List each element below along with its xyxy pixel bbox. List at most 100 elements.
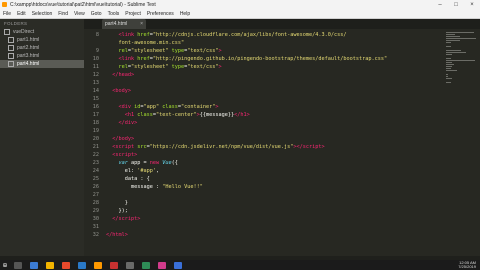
menu-bar: File Edit Selection Find View Goto Tools Projec… [0, 9, 480, 19]
minimap-line [446, 36, 460, 37]
code-line[interactable]: message : "Hello Vue!!" [106, 183, 203, 191]
sidebar-file[interactable]: part3.html [0, 52, 84, 60]
menu-item-project[interactable]: Project [122, 11, 144, 17]
tab-part4[interactable]: part4.html × [102, 19, 146, 29]
code-line[interactable]: <h1 class="text-center">{{message}}</h1> [106, 111, 250, 119]
file-explorer-icon[interactable] [30, 261, 38, 269]
app-icon-gray[interactable] [126, 261, 134, 269]
chrome-icon[interactable] [62, 261, 70, 269]
code-line[interactable]: rel="stylesheet" type="text/css"> [106, 47, 222, 55]
line-number: 19 [92, 128, 99, 134]
minimap-line [446, 64, 455, 65]
minimap-line [446, 70, 457, 71]
code-line[interactable]: }); [106, 207, 127, 215]
code-line[interactable]: </html> [106, 231, 128, 239]
menu-item-preferences[interactable]: Preferences [144, 11, 177, 17]
menu-item-selection[interactable]: Selection [29, 11, 56, 17]
minimize-button[interactable]: – [432, 2, 448, 8]
app-icon-blue[interactable] [174, 261, 182, 269]
sidebar-file[interactable]: part2.html [0, 44, 84, 52]
system-tray-clock[interactable]: 12:05 AM 7/25/2019 [458, 260, 480, 270]
minimap-line [446, 46, 451, 47]
menu-item-find[interactable]: Find [55, 11, 71, 17]
tab-bar: part4.html × [84, 19, 480, 29]
line-number: 30 [92, 216, 99, 222]
code-line[interactable]: <link href="http://pingendo.github.io/pi… [106, 55, 388, 63]
minimap[interactable] [442, 29, 480, 256]
menu-item-help[interactable]: Help [177, 11, 193, 17]
menu-item-view[interactable]: View [71, 11, 88, 17]
menu-item-goto[interactable]: Goto [88, 11, 105, 17]
minimap-line [446, 82, 451, 83]
minimap-line [446, 66, 452, 67]
tab-label: part4.html [105, 21, 128, 27]
line-number: 16 [92, 104, 99, 110]
minimap-line [446, 40, 460, 41]
windows-start-icon[interactable]: ⊞ [0, 260, 10, 270]
folder-icon[interactable] [46, 261, 54, 269]
sidebar-file[interactable]: part1.html [0, 36, 84, 44]
minimap-line [446, 42, 452, 43]
code-line[interactable]: <body> [106, 87, 131, 95]
code-line[interactable]: <div id="app" class="container"> [106, 103, 219, 111]
app-icon-green[interactable] [142, 261, 150, 269]
code-line[interactable]: </head> [106, 71, 134, 79]
line-number: 13 [92, 80, 99, 86]
code-line[interactable]: </div> [106, 119, 138, 127]
file-icon [8, 45, 14, 51]
edge-icon[interactable] [78, 261, 86, 269]
sidebar: FOLDERS vueDirect part1.html part2.html pa… [0, 19, 84, 256]
code-line[interactable]: </script> [106, 215, 140, 223]
sidebar-file[interactable]: part4.html [0, 60, 84, 68]
line-gutter: 8 9 10 11 12 13 14 15 16 17 18 19 20 21 22 23 24 25 26 27 28… [84, 29, 102, 256]
code-line[interactable]: data : { [106, 175, 150, 183]
app-icon-pink[interactable] [158, 261, 166, 269]
window-title: C:\xampp\htdocs\vue\tutorial\pat2\html\v… [10, 1, 156, 8]
code-area[interactable]: <link href="http://cdnjs.cloudflare.com/… [106, 29, 442, 256]
file-icon [8, 61, 14, 67]
folder-icon [4, 29, 10, 35]
line-number: 21 [92, 144, 99, 150]
minimap-line [446, 34, 455, 35]
code-line[interactable]: rel="stylesheet" type="text/css"> [106, 63, 222, 71]
line-number: 14 [92, 88, 99, 94]
sublime-taskbar-icon[interactable] [94, 261, 102, 269]
line-number: 22 [92, 152, 99, 158]
tab-close-icon[interactable]: × [140, 21, 143, 27]
line-number: 8 [95, 32, 99, 38]
line-number: 11 [92, 64, 99, 70]
code-line[interactable]: <link href="http://cdnjs.cloudflare.com/… [106, 31, 347, 39]
code-line[interactable]: <script src="https://cdn.jsdelivr.net/np… [106, 143, 324, 151]
file-label: part4.html [17, 61, 40, 67]
maximize-button[interactable]: □ [448, 2, 464, 8]
code-line[interactable]: } [106, 199, 128, 207]
search-icon[interactable] [14, 261, 22, 269]
minimap-line [446, 38, 476, 39]
minimap-line [446, 52, 467, 53]
tray-date: 7/25/2019 [458, 264, 476, 269]
line-number: 12 [92, 72, 99, 78]
menu-item-tools[interactable]: Tools [105, 11, 123, 17]
close-button[interactable]: × [464, 2, 480, 8]
folder-label: vueDirect [13, 29, 35, 35]
minimap-line [446, 60, 475, 61]
minimap-line [446, 54, 452, 55]
minimap-line [446, 76, 449, 77]
code-editor[interactable]: 8 9 10 11 12 13 14 15 16 17 18 19 20 21 22 23 24 25 26 27 28… [84, 29, 442, 256]
menu-item-edit[interactable]: Edit [14, 11, 29, 17]
line-number: 23 [92, 160, 99, 166]
line-number: 27 [92, 192, 99, 198]
code-line[interactable]: font-awesome.min.css" [106, 39, 185, 47]
file-icon [8, 37, 14, 43]
minimap-line [446, 58, 452, 59]
app-icon-red[interactable] [110, 261, 118, 269]
menu-item-file[interactable]: File [0, 11, 14, 17]
code-line[interactable]: el: '#app', [106, 167, 159, 175]
code-line[interactable]: var app = new Vue({ [106, 159, 178, 167]
code-line[interactable]: </body> [106, 135, 134, 143]
sidebar-folder[interactable]: vueDirect [0, 28, 84, 36]
minimap-line [446, 78, 452, 79]
code-line[interactable]: <script> [106, 151, 137, 159]
line-number: 10 [92, 56, 99, 62]
file-label: part3.html [17, 53, 40, 59]
